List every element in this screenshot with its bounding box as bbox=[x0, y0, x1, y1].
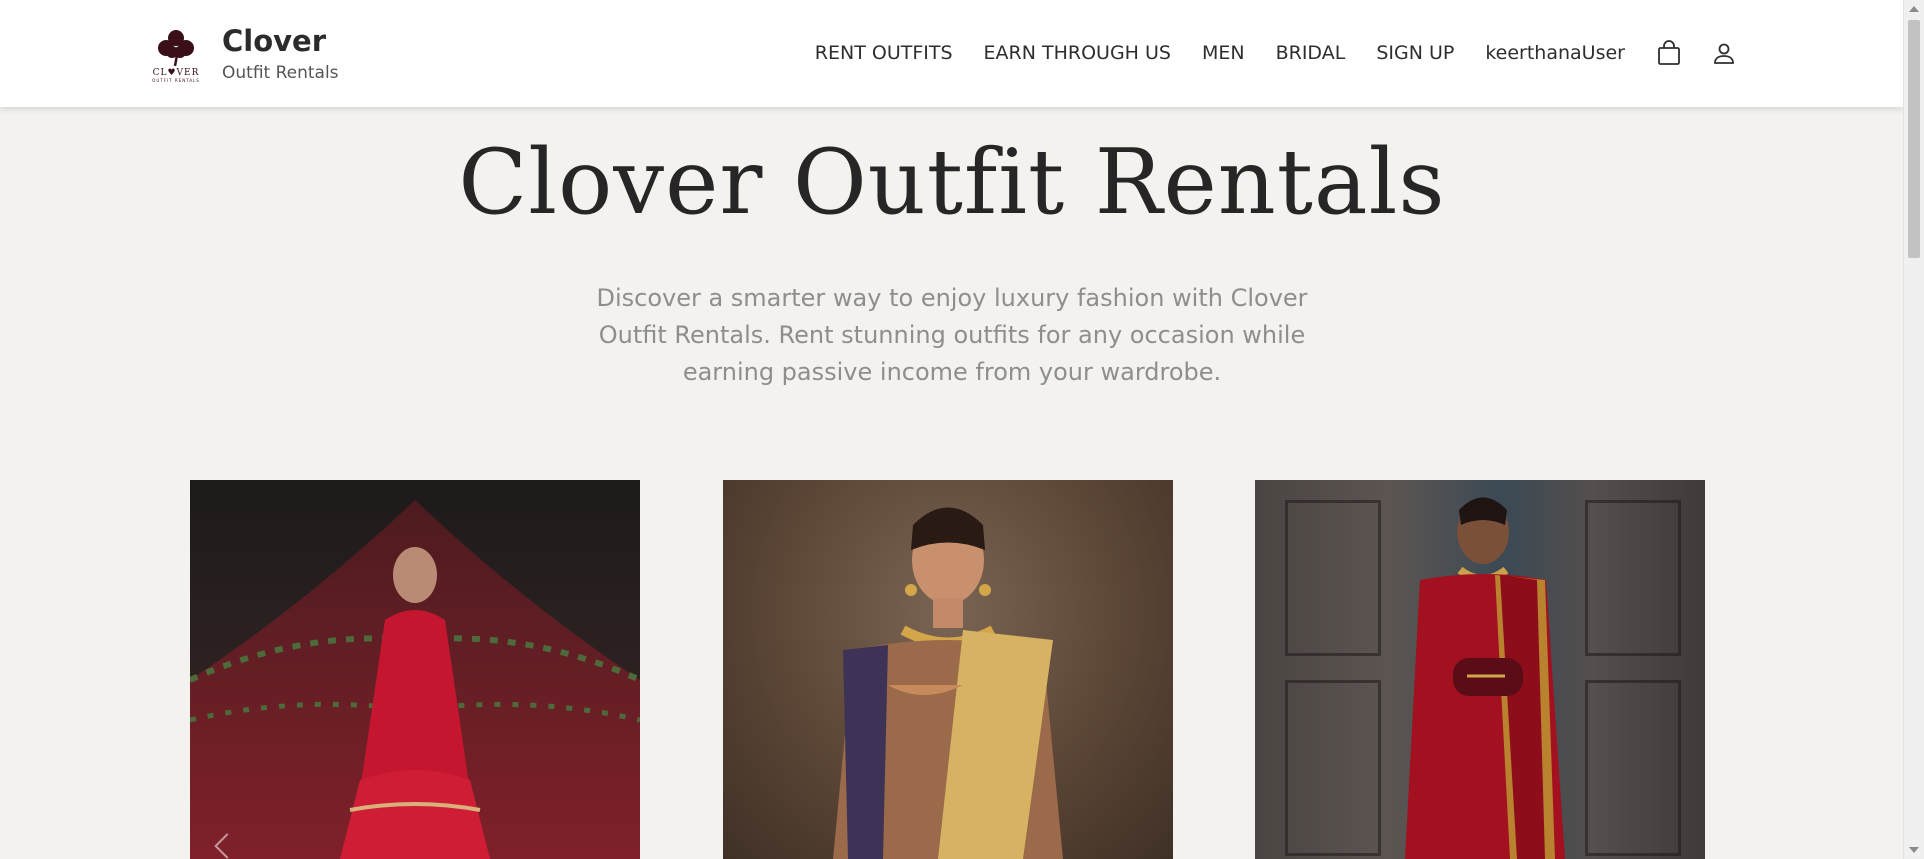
page-scrollbar[interactable] bbox=[1903, 0, 1924, 859]
scrollbar-thumb[interactable] bbox=[1908, 20, 1920, 258]
logo-wordmark: CL♥VER bbox=[152, 68, 200, 78]
logo-tagline: OUTFIT RENTALS bbox=[152, 78, 200, 83]
brand-subtitle: Outfit Rentals bbox=[222, 63, 339, 83]
brand-text: Clover Outfit Rentals bbox=[222, 26, 339, 84]
gallery-image-gold-saree[interactable] bbox=[723, 480, 1173, 859]
shopping-bag-icon[interactable] bbox=[1657, 40, 1681, 66]
gallery-image-bridal-lehenga[interactable] bbox=[190, 480, 640, 859]
main-nav: RENT OUTFITS EARN THROUGH US MEN BRIDAL … bbox=[784, 40, 1735, 66]
bride-illustration bbox=[190, 500, 640, 859]
brand-name[interactable]: Clover bbox=[222, 26, 339, 56]
hero-title: Clover Outfit Rentals bbox=[458, 130, 1446, 235]
hero-description: Discover a smarter way to enjoy luxury f… bbox=[596, 284, 1308, 386]
saree-illustration bbox=[833, 507, 1063, 859]
nav-username[interactable]: keerthanaUser bbox=[1485, 42, 1625, 64]
clover-logo[interactable]: CL♥VER OUTFIT RENTALS bbox=[152, 28, 200, 84]
scroll-down-arrow-icon[interactable] bbox=[1909, 847, 1919, 853]
scroll-up-arrow-icon[interactable] bbox=[1909, 6, 1919, 12]
top-navbar: CL♥VER OUTFIT RENTALS Clover Outfit Rent… bbox=[0, 0, 1904, 107]
gallery-image-red-saree[interactable] bbox=[1255, 480, 1705, 859]
user-icon[interactable] bbox=[1713, 42, 1735, 64]
nav-rent-outfits[interactable]: RENT OUTFITS bbox=[815, 42, 953, 64]
nav-earn-through-us[interactable]: EARN THROUGH US bbox=[984, 42, 1171, 64]
clover-leaf-icon bbox=[158, 30, 194, 67]
nav-sign-up[interactable]: SIGN UP bbox=[1376, 42, 1454, 64]
red-saree-illustration bbox=[1405, 497, 1565, 859]
nav-men[interactable]: MEN bbox=[1202, 42, 1245, 64]
nav-bridal[interactable]: BRIDAL bbox=[1276, 42, 1346, 64]
brand[interactable]: CL♥VER OUTFIT RENTALS Clover Outfit Rent… bbox=[152, 26, 339, 84]
